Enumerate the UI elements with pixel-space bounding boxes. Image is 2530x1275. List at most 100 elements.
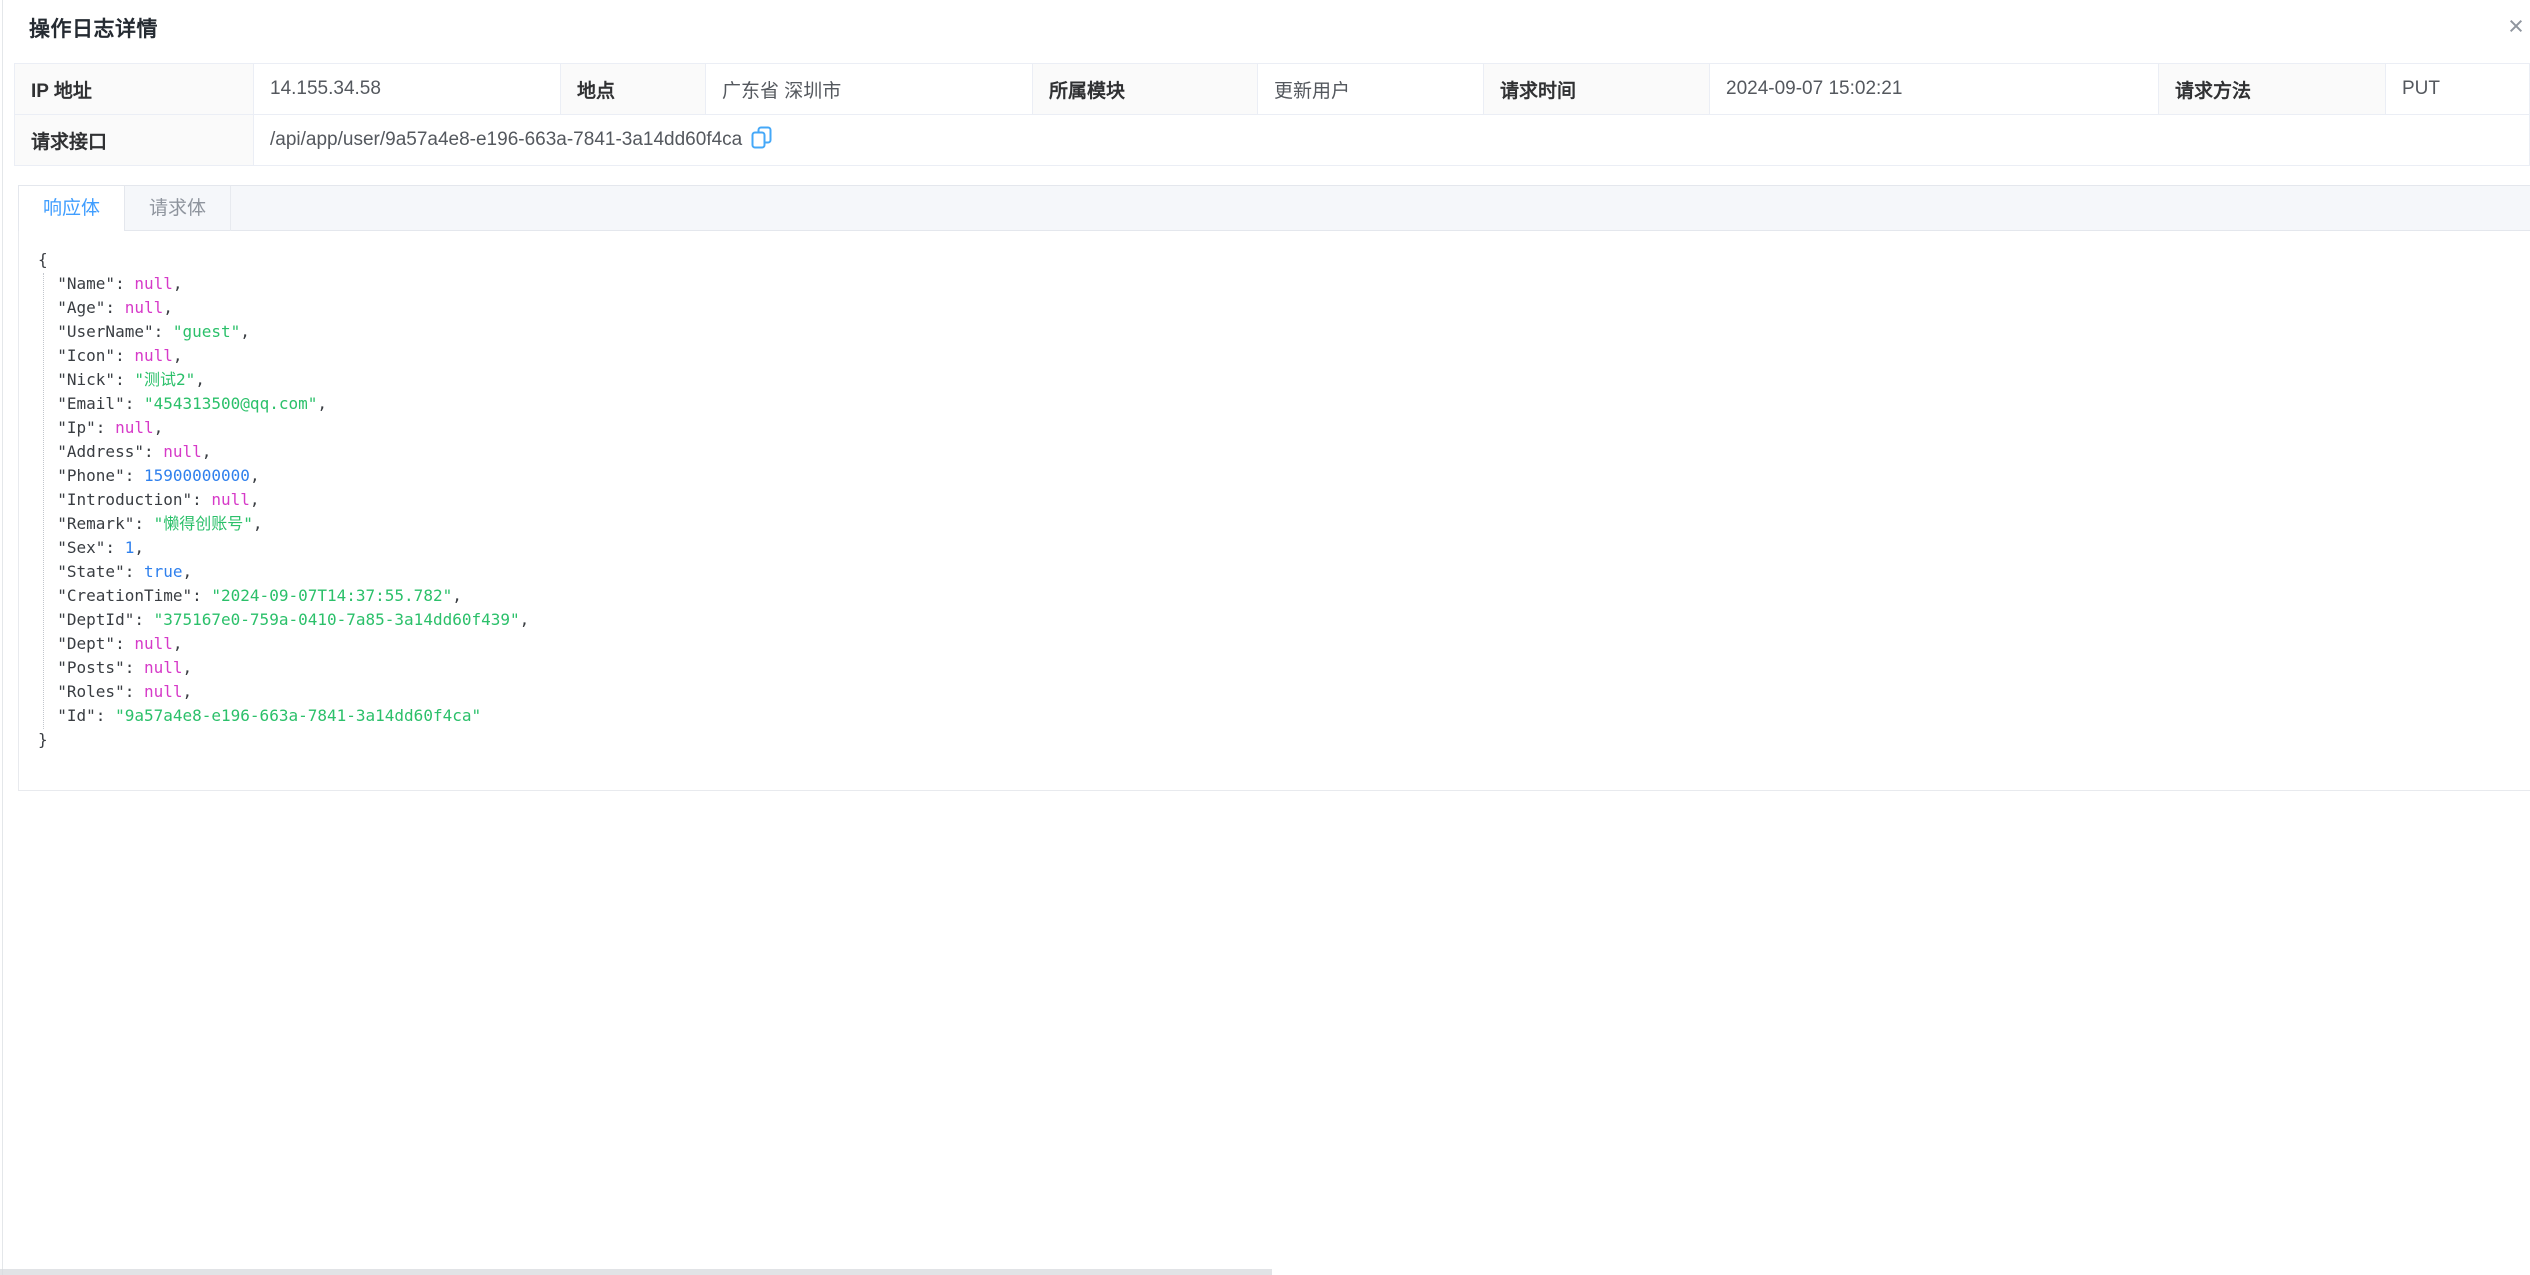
copy-icon[interactable] bbox=[751, 126, 772, 156]
code-line: "Icon": null, bbox=[38, 344, 2530, 368]
code-token-pl: "Introduction": bbox=[38, 490, 211, 509]
code-token-pl: "State": bbox=[38, 562, 144, 581]
tab-content-response-body: { "Name": null, "Age": null, "UserName":… bbox=[18, 231, 2530, 791]
code-line: "Nick": "测试2", bbox=[38, 368, 2530, 392]
code-token-pl: , bbox=[195, 370, 205, 389]
code-token-pl: "Icon": bbox=[38, 346, 134, 365]
code-token-str: "懒得创账号" bbox=[154, 514, 253, 533]
code-line: "Address": null, bbox=[38, 440, 2530, 464]
code-token-pl: "Roles": bbox=[38, 682, 144, 701]
page-bottom-scrollbar-remnant bbox=[0, 1269, 1272, 1275]
code-token-pl: "Name": bbox=[38, 274, 134, 293]
code-line: "Dept": null, bbox=[38, 632, 2530, 656]
code-token-pl: , bbox=[317, 394, 327, 413]
code-token-nul: null bbox=[125, 298, 164, 317]
code-token-str: "454313500@qq.com" bbox=[144, 394, 317, 413]
code-token-pl: , bbox=[253, 514, 263, 533]
code-token-pl: , bbox=[240, 322, 250, 341]
code-token-pl: , bbox=[183, 562, 193, 581]
label-request-time: 请求时间 bbox=[1484, 64, 1710, 115]
code-line: } bbox=[38, 728, 2530, 752]
code-token-nul: null bbox=[115, 418, 154, 437]
code-line: "Email": "454313500@qq.com", bbox=[38, 392, 2530, 416]
value-module: 更新用户 bbox=[1258, 64, 1484, 115]
code-token-pl: , bbox=[250, 490, 260, 509]
code-token-nul: null bbox=[134, 634, 173, 653]
code-token-pl: { bbox=[38, 250, 48, 269]
value-ip: 14.155.34.58 bbox=[254, 64, 561, 115]
code-token-pl: "Age": bbox=[38, 298, 125, 317]
code-line: "Posts": null, bbox=[38, 656, 2530, 680]
code-line: "Introduction": null, bbox=[38, 488, 2530, 512]
code-token-pl: "DeptId": bbox=[38, 610, 154, 629]
code-token-pl: "Nick": bbox=[38, 370, 134, 389]
code-token-pl: "Sex": bbox=[38, 538, 125, 557]
request-api-url: /api/app/user/9a57a4e8-e196-663a-7841-3a… bbox=[270, 129, 742, 151]
table-row: IP 地址 14.155.34.58 地点 广东省 深圳市 所属模块 更新用户 … bbox=[15, 64, 2530, 115]
table-row: 请求接口 /api/app/user/9a57a4e8-e196-663a-78… bbox=[15, 115, 2530, 166]
code-token-nul: null bbox=[163, 442, 202, 461]
code-line: { bbox=[38, 248, 2530, 272]
drawer-left-edge bbox=[2, 0, 3, 1275]
code-token-pl: } bbox=[38, 730, 48, 749]
code-token-pl: "Dept": bbox=[38, 634, 134, 653]
tab-bar: 响应体 请求体 bbox=[18, 185, 2530, 231]
code-line: "Age": null, bbox=[38, 296, 2530, 320]
code-line: "Name": null, bbox=[38, 272, 2530, 296]
json-code-block: { "Name": null, "Age": null, "UserName":… bbox=[19, 231, 2530, 752]
code-line: "CreationTime": "2024-09-07T14:37:55.782… bbox=[38, 584, 2530, 608]
code-token-pl: , bbox=[154, 418, 164, 437]
label-request-method: 请求方法 bbox=[2159, 64, 2386, 115]
code-token-pl: , bbox=[202, 442, 212, 461]
code-token-str: "测试2" bbox=[134, 370, 195, 389]
code-token-pl: , bbox=[250, 466, 260, 485]
code-token-str: "guest" bbox=[173, 322, 240, 341]
code-token-nul: null bbox=[211, 490, 250, 509]
code-token-str: "9a57a4e8-e196-663a-7841-3a14dd60f4ca" bbox=[115, 706, 481, 725]
page-title: 操作日志详情 bbox=[29, 13, 158, 43]
code-line: "Id": "9a57a4e8-e196-663a-7841-3a14dd60f… bbox=[38, 704, 2530, 728]
value-request-api: /api/app/user/9a57a4e8-e196-663a-7841-3a… bbox=[254, 115, 2530, 166]
code-token-pl: , bbox=[173, 274, 183, 293]
code-token-nul: null bbox=[134, 274, 173, 293]
value-request-method: PUT bbox=[2386, 64, 2530, 115]
code-token-pl: "Email": bbox=[38, 394, 144, 413]
code-line: "Sex": 1, bbox=[38, 536, 2530, 560]
code-token-nul: null bbox=[144, 658, 183, 677]
value-location: 广东省 深圳市 bbox=[706, 64, 1033, 115]
indent-guide-line bbox=[43, 273, 44, 729]
tab-response-body[interactable]: 响应体 bbox=[19, 186, 125, 232]
code-token-nul: null bbox=[134, 346, 173, 365]
code-token-pl: "Phone": bbox=[38, 466, 144, 485]
label-location: 地点 bbox=[561, 64, 706, 115]
code-token-pl: , bbox=[173, 346, 183, 365]
tab-request-body[interactable]: 请求体 bbox=[125, 186, 231, 231]
code-token-pl: "CreationTime": bbox=[38, 586, 211, 605]
code-line: "State": true, bbox=[38, 560, 2530, 584]
code-token-pl: , bbox=[134, 538, 144, 557]
code-line: "Ip": null, bbox=[38, 416, 2530, 440]
code-token-pl: , bbox=[183, 658, 193, 677]
code-token-pl: "UserName": bbox=[38, 322, 173, 341]
code-line: "DeptId": "375167e0-759a-0410-7a85-3a14d… bbox=[38, 608, 2530, 632]
code-token-pl: "Ip": bbox=[38, 418, 115, 437]
body-tabs-card: 响应体 请求体 { "Name": null, "Age": null, "Us… bbox=[18, 185, 2530, 791]
code-token-str: "375167e0-759a-0410-7a85-3a14dd60f439" bbox=[154, 610, 520, 629]
code-line: "Phone": 15900000000, bbox=[38, 464, 2530, 488]
code-line: "UserName": "guest", bbox=[38, 320, 2530, 344]
code-token-pl: , bbox=[520, 610, 530, 629]
close-icon[interactable]: × bbox=[2500, 10, 2530, 42]
log-descriptions-table: IP 地址 14.155.34.58 地点 广东省 深圳市 所属模块 更新用户 … bbox=[14, 63, 2530, 166]
code-token-num: 1 bbox=[125, 538, 135, 557]
code-token-pl: , bbox=[183, 682, 193, 701]
code-token-pl: "Posts": bbox=[38, 658, 144, 677]
label-module: 所属模块 bbox=[1033, 64, 1258, 115]
code-token-nul: null bbox=[144, 682, 183, 701]
code-token-pl: "Remark": bbox=[38, 514, 154, 533]
value-request-time: 2024-09-07 15:02:21 bbox=[1710, 64, 2159, 115]
code-token-bool: true bbox=[144, 562, 183, 581]
label-request-api: 请求接口 bbox=[15, 115, 254, 166]
code-line: "Remark": "懒得创账号", bbox=[38, 512, 2530, 536]
code-line: "Roles": null, bbox=[38, 680, 2530, 704]
code-token-pl: "Id": bbox=[38, 706, 115, 725]
